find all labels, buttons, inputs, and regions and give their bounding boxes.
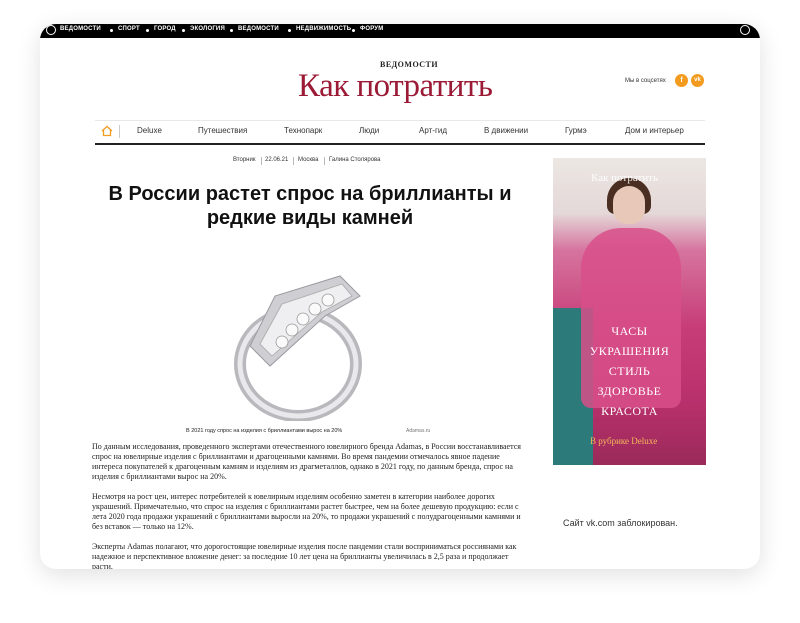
ad-line-watches: ЧАСЫ <box>611 324 648 338</box>
nav-item-deluxe[interactable]: Deluxe <box>137 126 162 135</box>
topbar-item[interactable]: ГОРОД <box>154 26 176 32</box>
social-label: Мы в соцсетях <box>625 78 666 84</box>
divider-dot <box>230 29 233 32</box>
top-bar: ВЕДОМОСТИ СПОРТ ГОРОД ЭКОЛОГИЯ ВЕДОМОСТИ… <box>40 24 760 38</box>
page-card: ВЕДОМОСТИ СПОРТ ГОРОД ЭКОЛОГИЯ ВЕДОМОСТИ… <box>40 24 760 569</box>
nav-divider <box>119 125 120 138</box>
ad-line-style: СТИЛЬ <box>608 364 651 378</box>
masthead-logo[interactable]: Как потратить <box>298 68 493 105</box>
article-date: 22.06.21 <box>265 157 289 163</box>
topbar-item[interactable]: НЕДВИЖИМОСТЬ <box>296 26 351 32</box>
nav-item-gourmet[interactable]: Гурмэ <box>565 126 587 135</box>
topbar-item[interactable]: ЭКОЛОГИЯ <box>190 26 225 32</box>
nav-item-people[interactable]: Люди <box>359 126 379 135</box>
divider-dot <box>110 29 113 32</box>
article-day: Вторник <box>233 157 256 163</box>
logo-icon <box>46 25 56 35</box>
meta-divider <box>261 157 262 165</box>
ad-line-beauty: КРАСОТА <box>601 404 658 418</box>
vk-icon[interactable]: vk <box>691 74 704 87</box>
article-paragraph: Несмотря на рост цен, интерес потребител… <box>92 492 521 531</box>
ad-line-jewelry: УКРАШЕНИЯ <box>589 344 670 358</box>
topbar-item[interactable]: ФОРУМ <box>360 26 383 32</box>
article-headline: В России растет спрос на бриллианты и ре… <box>108 183 512 229</box>
article-author[interactable]: Галина Столярова <box>329 157 381 163</box>
topbar-item[interactable]: СПОРТ <box>118 26 140 32</box>
search-icon[interactable] <box>740 25 750 35</box>
divider-dot <box>146 29 149 32</box>
topbar-item[interactable]: ВЕДОМОСТИ <box>238 26 279 32</box>
ad-brand: Как потратить <box>591 172 658 184</box>
meta-divider <box>293 157 294 165</box>
home-icon[interactable] <box>101 125 113 137</box>
ad-line-health: ЗДОРОВЬЕ <box>597 384 662 398</box>
article-paragraph: Эксперты Adamas полагают, что дорогостоя… <box>92 542 517 569</box>
nav-item-home-interior[interactable]: Дом и интерьер <box>625 126 684 135</box>
facebook-icon[interactable]: f <box>675 74 688 87</box>
photo-credit: Adamas.ru <box>406 428 431 434</box>
main-nav: Deluxe Путешествия Технопарк Люди Арт-ги… <box>95 120 705 145</box>
ad-banner[interactable]: Как потратить ЧАСЫ УКРАШЕНИЯ СТИЛЬ ЗДОРО… <box>553 158 706 465</box>
photo-caption: В 2021 году спрос на изделия с бриллиант… <box>186 428 343 434</box>
divider-dot <box>352 29 355 32</box>
divider-dot <box>288 29 291 32</box>
ad-model-coat <box>581 228 681 408</box>
blocked-notice: Сайт vk.com заблокирован. <box>563 518 678 528</box>
ad-rubric-link[interactable]: В рубрике Deluxe <box>590 436 657 446</box>
nav-item-technopark[interactable]: Технопарк <box>284 126 322 135</box>
meta-divider <box>324 157 325 165</box>
topbar-item[interactable]: ВЕДОМОСТИ <box>60 26 101 32</box>
ring-photo <box>234 275 362 421</box>
ad-model-face <box>613 186 645 224</box>
nav-item-art[interactable]: Арт-гид <box>419 126 447 135</box>
nav-item-motion[interactable]: В движении <box>484 126 528 135</box>
article-city[interactable]: Москва <box>298 157 318 163</box>
nav-item-travel[interactable]: Путешествия <box>198 126 247 135</box>
article-paragraph: По данным исследования, проведенного экс… <box>92 442 521 481</box>
divider-dot <box>182 29 185 32</box>
